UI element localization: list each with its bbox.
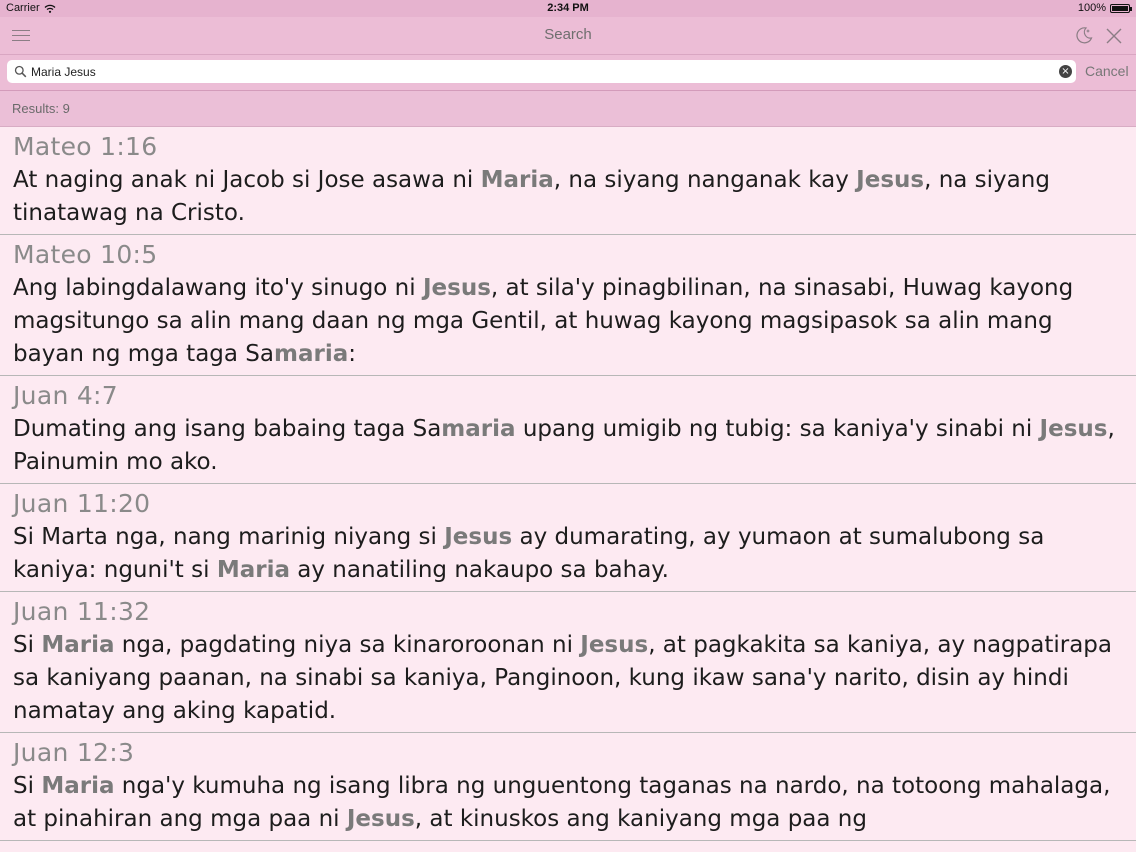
verse-reference: Juan 12:3 — [13, 738, 135, 767]
highlighted-match: Jesus — [346, 806, 415, 832]
highlighted-match: Maria — [41, 773, 115, 799]
highlighted-match: Jesus — [1039, 416, 1108, 442]
result-row[interactable]: Mateo 1:16 At naging anak ni Jacob si Jos… — [0, 127, 1136, 235]
highlighted-match: Maria — [480, 167, 554, 193]
highlighted-match: maria — [441, 416, 516, 442]
highlighted-match: Jesus — [580, 632, 649, 658]
verse-text: Si Maria nga, pagdating niya sa kinaroro… — [13, 629, 1126, 728]
result-row[interactable]: Juan 11:20 Si Marta nga, nang marinig niy… — [0, 484, 1136, 592]
verse-text: Ang labingdalawang ito'y sinugo ni Jesus… — [13, 272, 1126, 371]
verse-text-segment: nga, pagdating niya sa kinaroroonan ni — [114, 632, 581, 658]
results-list: Mateo 1:16 At naging anak ni Jacob si Jos… — [0, 127, 1136, 852]
cancel-button[interactable]: Cancel — [1085, 63, 1129, 79]
verse-reference: Juan 11:20 — [13, 489, 151, 518]
close-icon[interactable] — [1104, 26, 1124, 46]
verse-text: At naging anak ni Jacob si Jose asawa ni… — [13, 164, 1126, 230]
highlighted-match: Maria — [216, 557, 290, 583]
verse-text-segment: Dumating ang isang babaing taga Sa — [13, 416, 442, 442]
battery-icon — [1110, 3, 1132, 13]
results-summary-bar: Results: 9 — [0, 91, 1136, 127]
search-icon — [14, 65, 27, 78]
verse-text-segment: , na siyang nanganak kay — [553, 167, 857, 193]
highlighted-match: Jesus — [422, 275, 491, 301]
verse-reference: Juan 11:32 — [13, 597, 151, 626]
highlighted-match: Jesus — [856, 167, 925, 193]
navigation-bar: Search — [0, 17, 1136, 55]
result-row[interactable]: Mateo 10:5 Ang labingdalawang ito'y sinug… — [0, 235, 1136, 376]
verse-reference: Mateo 10:5 — [13, 240, 158, 269]
search-input[interactable] — [31, 62, 1051, 81]
search-field-container[interactable]: × — [7, 60, 1076, 83]
result-row[interactable]: Juan 4:7 Dumating ang isang babaing taga … — [0, 376, 1136, 484]
verse-text-segment: Si — [13, 773, 42, 799]
result-row[interactable]: Juan 11:32 Si Maria nga, pagdating niya s… — [0, 592, 1136, 733]
results-count: Results: 9 — [12, 101, 70, 116]
verse-text-segment: Si Marta nga, nang marinig niyang si — [13, 524, 445, 550]
page-title: Search — [544, 26, 592, 43]
battery-indicator: 100% — [1077, 2, 1132, 14]
verse-text-segment: : — [348, 341, 356, 367]
verse-text: Dumating ang isang babaing taga Samaria … — [13, 413, 1126, 479]
verse-text-segment: Si — [13, 632, 42, 658]
result-row[interactable]: Juan 12:3 Si Maria nga'y kumuha ng isang … — [0, 733, 1136, 841]
verse-reference: Juan 4:7 — [13, 381, 118, 410]
verse-text-segment: ay nanatiling nakaupo sa bahay. — [289, 557, 669, 583]
verse-text-segment: Ang labingdalawang ito'y sinugo ni — [13, 275, 423, 301]
search-bar: × Cancel — [0, 55, 1136, 91]
verse-text: Si Marta nga, nang marinig niyang si Jes… — [13, 521, 1126, 587]
highlighted-match: maria — [274, 341, 349, 367]
status-time: 2:34 PM — [547, 2, 589, 14]
verse-text-segment: At naging anak ni Jacob si Jose asawa ni — [13, 167, 481, 193]
clear-search-icon[interactable]: × — [1059, 65, 1072, 78]
verse-text: Si Maria nga'y kumuha ng isang libra ng … — [13, 770, 1126, 836]
verse-text-segment: , at kinuskos ang kaniyang mga paa ng — [414, 806, 867, 832]
night-mode-icon[interactable] — [1074, 25, 1094, 45]
battery-percent: 100% — [1077, 2, 1106, 14]
verse-reference: Mateo 1:16 — [13, 132, 158, 161]
status-bar: Carrier 2:34 PM 100% — [0, 0, 1136, 17]
highlighted-match: Maria — [41, 632, 115, 658]
highlighted-match: Jesus — [444, 524, 513, 550]
verse-text-segment: upang umigib ng tubig: sa kaniya'y sinab… — [515, 416, 1040, 442]
